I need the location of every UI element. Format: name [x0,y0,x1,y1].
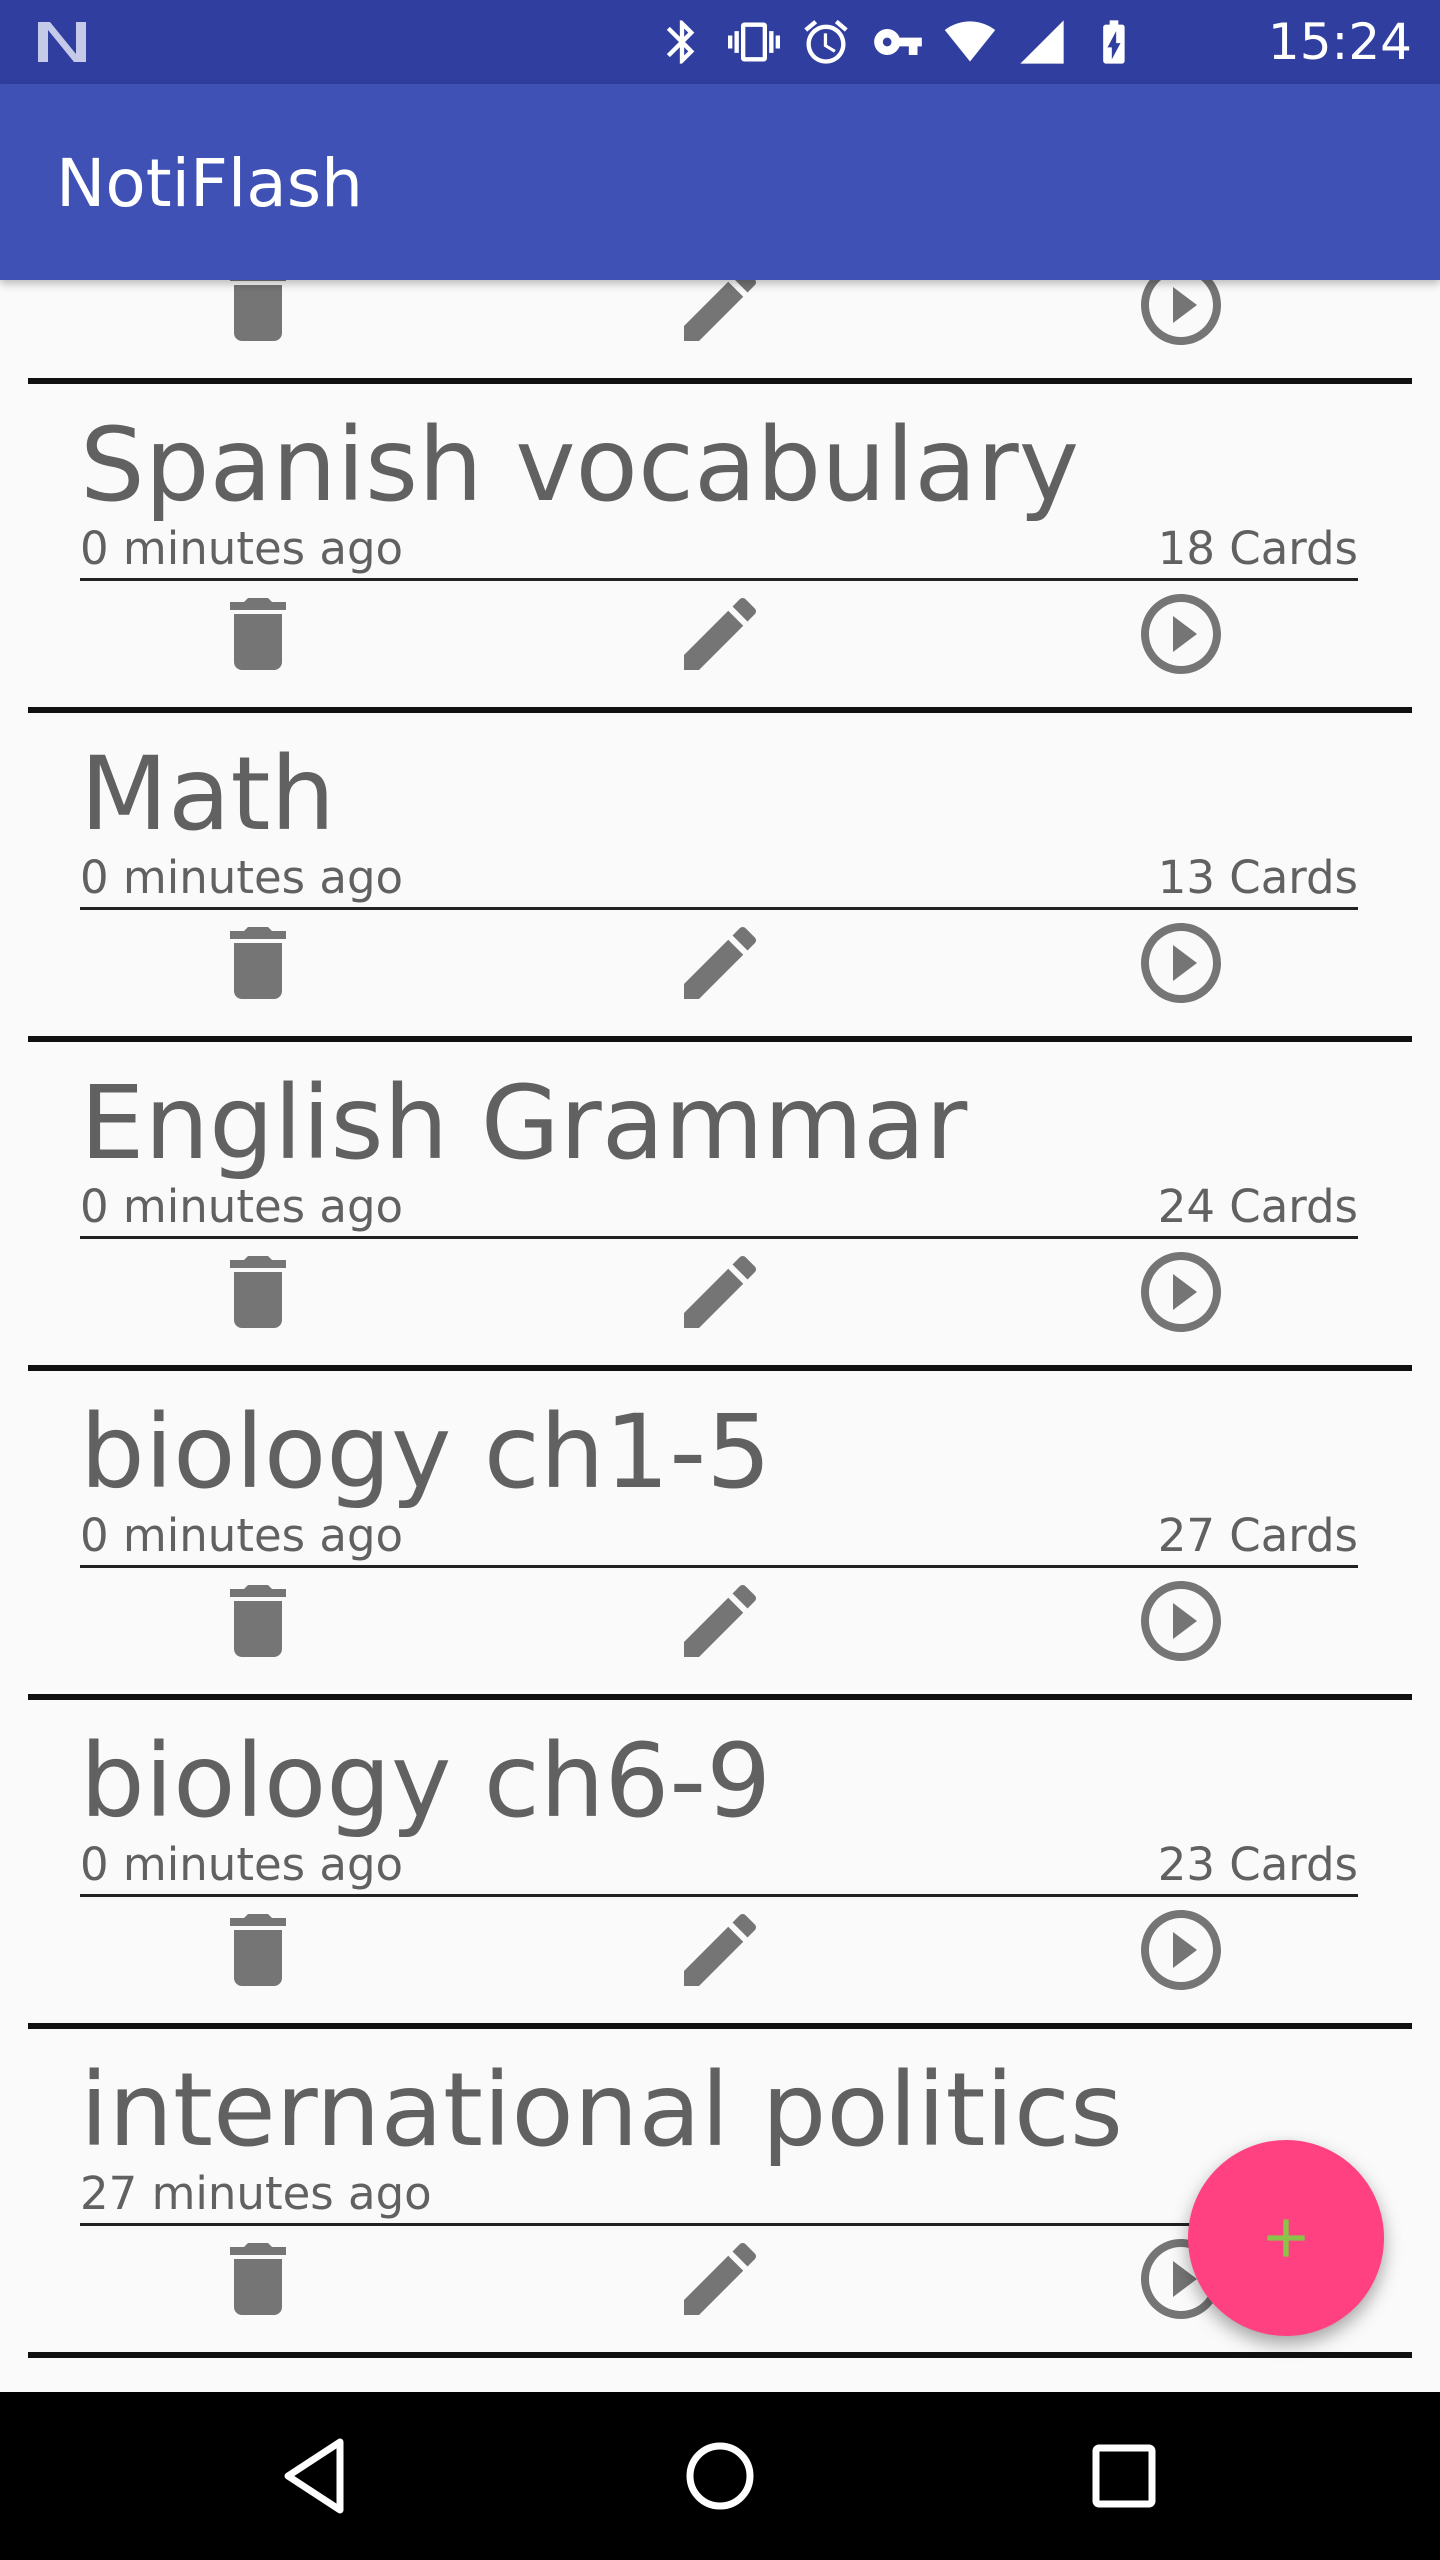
edit-icon [684,280,757,341]
divider [28,2352,1412,2358]
home-icon[interactable] [672,2428,768,2524]
delete-button[interactable] [210,1902,306,1998]
deck-item[interactable]: biology ch6-9 0 minutes ago 23 Cards [0,1722,1440,2051]
edit-icon [684,1255,757,1328]
deck-card-count: 13 Cards [1157,851,1358,904]
edit-button[interactable] [672,1902,768,1998]
deck-title: biology ch1-5 [80,1393,772,1512]
deck-item[interactable]: Math 0 minutes ago 13 Cards [0,735,1440,1064]
deck-meta: 0 minutes ago 27 Cards [80,1508,1358,1568]
deck-updated-time: 0 minutes ago [80,1180,404,1233]
edit-button[interactable] [672,1244,768,1340]
deck-meta: 0 minutes ago 23 Cards [80,1837,1358,1897]
deck-item[interactable]: English Grammar 0 minutes ago 24 Cards [0,1064,1440,1393]
deck-meta: 0 minutes ago 18 Cards [80,521,1358,581]
edit-icon [684,926,757,999]
deck-meta: 0 minutes ago 13 Cards [80,850,1358,910]
delete-icon [230,280,286,341]
delete-button[interactable] [210,1573,306,1669]
delete-button[interactable] [210,586,306,682]
deck-updated-time: 0 minutes ago [80,1838,404,1891]
play-button[interactable] [1133,1573,1229,1669]
wifi-icon [944,21,996,62]
play-icon [1141,594,1221,674]
play-button[interactable] [1133,1902,1229,1998]
status-time: 15:24 [1267,13,1412,71]
deck-updated-time: 0 minutes ago [80,522,404,575]
deck-updated-time: 27 minutes ago [80,2167,432,2220]
alarm-icon [804,19,848,64]
deck-item [0,280,1440,406]
app-title: NotiFlash [56,145,363,222]
edit-icon [684,2242,757,2315]
bluetooth-icon [666,20,695,64]
divider [28,1036,1412,1042]
delete-button[interactable] [210,2231,306,2327]
play-icon [1141,1910,1221,1990]
deck-updated-time: 0 minutes ago [80,851,404,904]
edit-icon [684,1584,757,1657]
deck-meta: 0 minutes ago 24 Cards [80,1179,1358,1239]
deck-title: Math [80,735,336,854]
battery-charging-icon [1103,20,1125,64]
divider [28,1694,1412,1700]
play-icon [1141,1581,1221,1661]
delete-icon [230,2243,286,2315]
status-bar: 15:24 [0,0,1440,84]
edit-button[interactable] [672,915,768,1011]
play-button[interactable] [1133,586,1229,682]
play-icon [1141,923,1221,1003]
recents-icon[interactable] [1076,2428,1172,2524]
divider [28,1365,1412,1371]
deck-meta: 27 minutes ago [80,2166,1358,2226]
add-icon [1267,2219,1305,2257]
delete-button[interactable] [210,1244,306,1340]
edit-button[interactable] [672,2231,768,2327]
edit-icon [684,1913,757,1986]
lte-signal-icon [1020,20,1064,64]
deck-item[interactable]: biology ch1-5 0 minutes ago 27 Cards [0,1393,1440,1722]
play-button[interactable] [1133,1244,1229,1340]
deck-title: Spanish vocabulary [80,406,1080,525]
edit-button[interactable] [672,280,768,353]
deck-title: international politics [80,2051,1124,2170]
delete-icon [230,598,286,670]
play-button[interactable] [1133,915,1229,1011]
navigation-bar [0,2392,1440,2560]
divider [28,378,1412,384]
edit-button[interactable] [672,1573,768,1669]
add-deck-fab[interactable] [1188,2140,1384,2336]
deck-updated-time: 0 minutes ago [80,1509,404,1562]
deck-card-count: 24 Cards [1157,1180,1358,1233]
back-icon[interactable] [268,2428,364,2524]
play-icon [1141,1252,1221,1332]
deck-item[interactable]: Spanish vocabulary 0 minutes ago 18 Card… [0,406,1440,735]
edit-button[interactable] [672,586,768,682]
delete-icon [230,927,286,999]
app-bar: NotiFlash [0,84,1440,280]
deck-card-count: 27 Cards [1157,1509,1358,1562]
delete-button[interactable] [210,915,306,1011]
vpn-key-icon [874,29,922,55]
delete-icon [230,1585,286,1657]
notification-n-icon [38,22,86,62]
divider [28,707,1412,713]
deck-card-count: 23 Cards [1157,1838,1358,1891]
delete-icon [230,1256,286,1328]
edit-icon [684,597,757,670]
divider [28,2023,1412,2029]
delete-icon [230,1914,286,1986]
deck-card-count: 18 Cards [1157,522,1358,575]
deck-list[interactable]: Spanish vocabulary 0 minutes ago 18 Card… [0,280,1440,2390]
deck-title: biology ch6-9 [80,1722,772,1841]
delete-button[interactable] [210,280,306,353]
play-icon [1141,280,1221,345]
deck-title: English Grammar [80,1064,968,1183]
vibrate-icon [728,22,780,62]
play-button[interactable] [1133,280,1229,353]
